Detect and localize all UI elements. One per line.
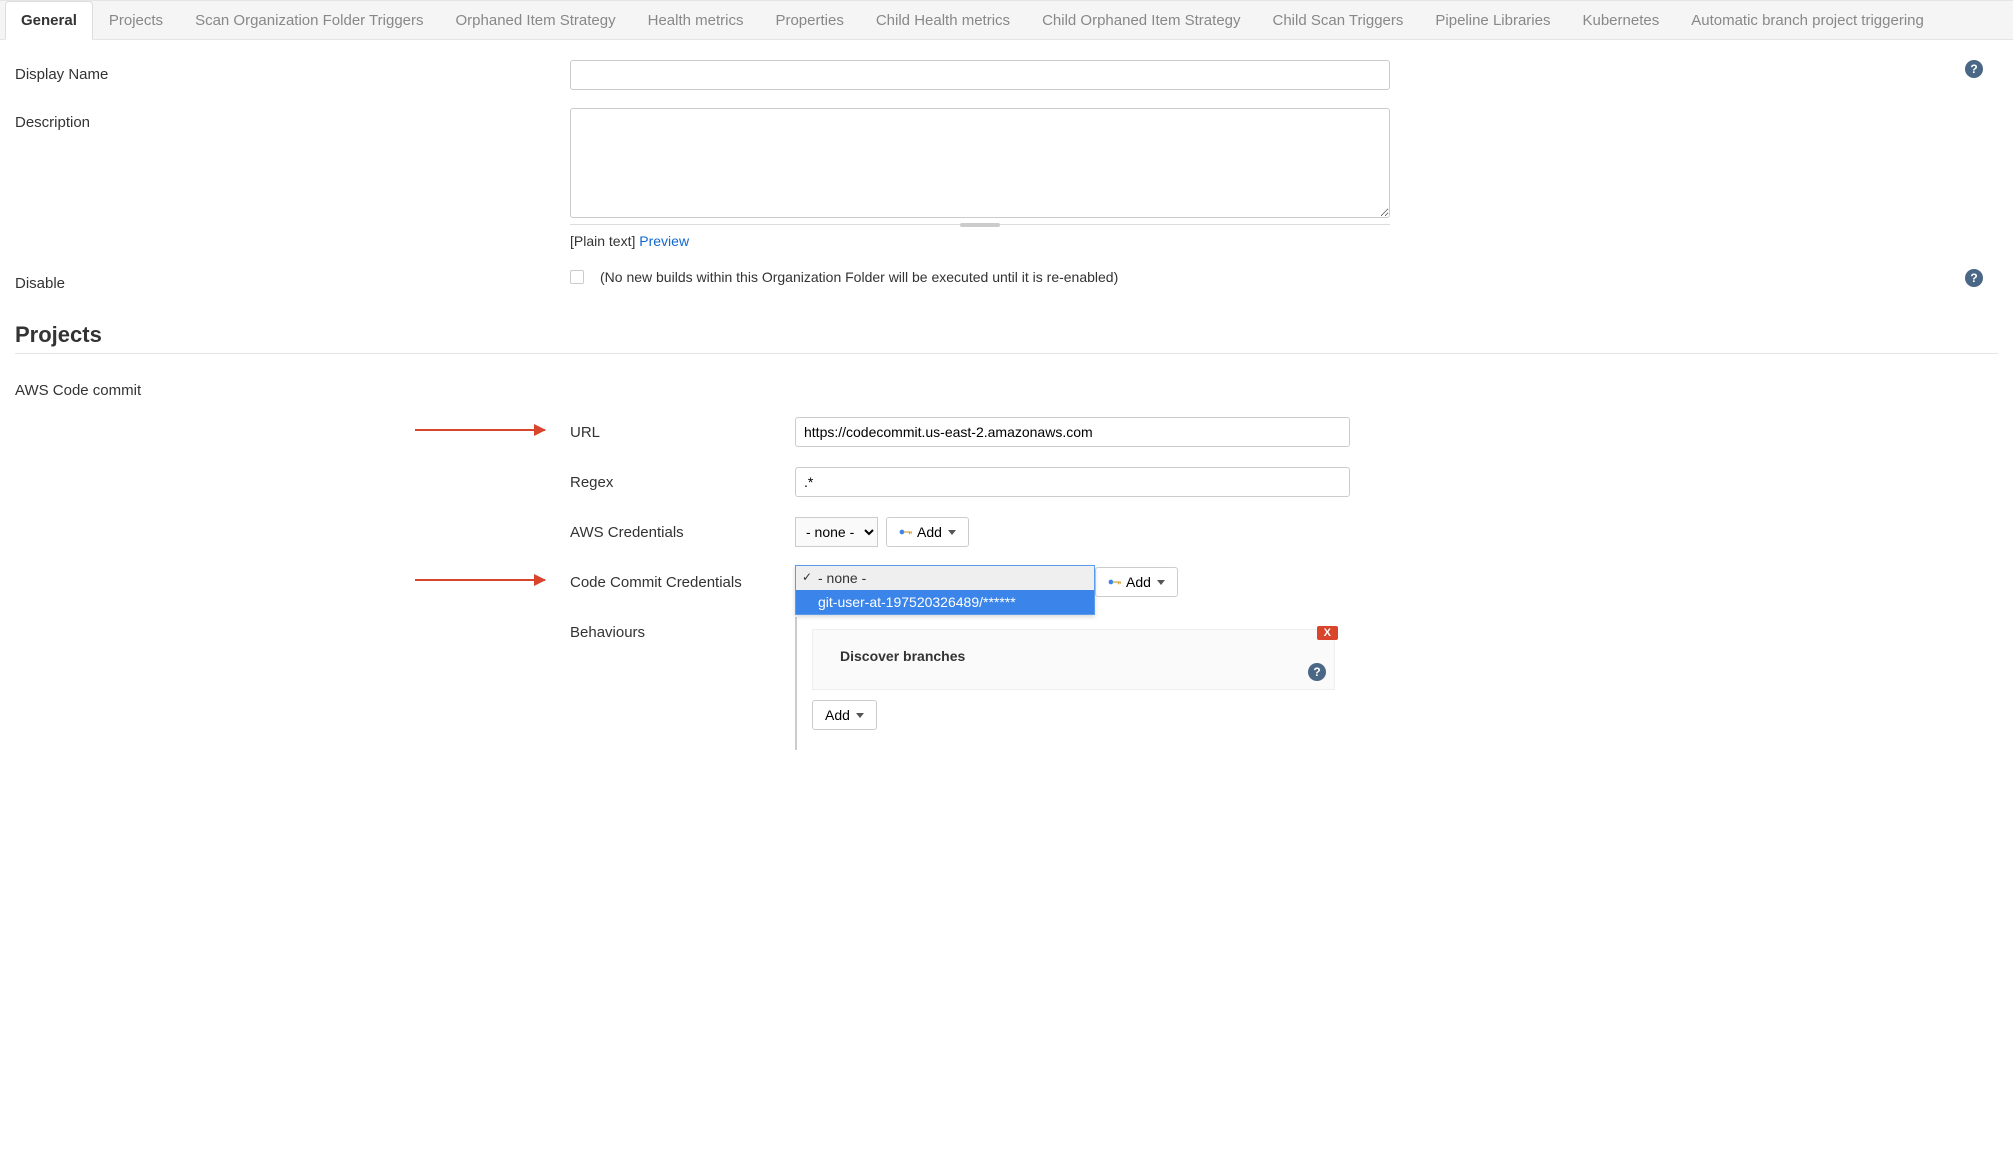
tab-auto-branch[interactable]: Automatic branch project triggering <box>1675 1 1940 40</box>
tab-health[interactable]: Health metrics <box>632 1 760 40</box>
input-display-name[interactable] <box>570 60 1390 90</box>
label-source: AWS Code commit <box>15 376 570 399</box>
row-disable: Disable (No new builds within this Organ… <box>15 269 1998 292</box>
tab-properties[interactable]: Properties <box>759 1 859 40</box>
help-icon[interactable]: ? <box>1308 663 1326 681</box>
add-cc-cred-button[interactable]: Add <box>1095 567 1178 597</box>
row-aws-cred: AWS Credentials - none - Add ? <box>570 517 1998 547</box>
label-display-name: Display Name <box>15 60 570 83</box>
disable-hint: (No new builds within this Organization … <box>600 269 1118 285</box>
input-url[interactable] <box>795 417 1350 447</box>
row-description: Description <box>15 108 1998 218</box>
tab-child-scan[interactable]: Child Scan Triggers <box>1257 1 1420 40</box>
row-regex: Regex ? <box>570 467 1998 497</box>
caret-down-icon <box>1157 580 1165 585</box>
tabs-bar: General Projects Scan Organization Folde… <box>0 0 2013 40</box>
arrow-icon <box>415 429 545 431</box>
dropdown-option-user[interactable]: git-user-at-197520326489/****** <box>796 590 1094 614</box>
add-behaviour-button[interactable]: Add <box>812 700 877 730</box>
textarea-description[interactable] <box>570 108 1390 218</box>
behaviour-container: X Discover branches ? Add <box>795 617 1350 750</box>
tab-orphaned[interactable]: Orphaned Item Strategy <box>440 1 632 40</box>
row-url: URL ? <box>570 417 1998 447</box>
checkbox-disable[interactable] <box>570 270 584 284</box>
key-icon <box>899 528 913 536</box>
behaviour-title: Discover branches <box>840 648 965 664</box>
content-area: Display Name ? Description [Plain text] … <box>0 40 2013 790</box>
label-disable: Disable <box>15 269 570 292</box>
key-icon <box>1108 578 1122 586</box>
plain-text-label: [Plain text] <box>570 233 635 249</box>
select-aws-cred[interactable]: - none - <box>795 517 878 547</box>
row-cc-cred: Code Commit Credentials - none - git-use… <box>570 567 1998 597</box>
help-icon[interactable]: ? <box>1965 60 1983 78</box>
label-description: Description <box>15 108 570 131</box>
label-cc-cred: Code Commit Credentials <box>570 567 795 591</box>
tab-scan-triggers[interactable]: Scan Organization Folder Triggers <box>179 1 439 40</box>
add-aws-cred-button[interactable]: Add <box>886 517 969 547</box>
tab-projects[interactable]: Projects <box>93 1 179 40</box>
caret-down-icon <box>948 530 956 535</box>
tab-general[interactable]: General <box>5 1 93 40</box>
dropdown-option-none[interactable]: - none - <box>796 566 1094 590</box>
preview-link[interactable]: Preview <box>639 233 689 249</box>
row-source: AWS Code commit <box>15 376 1998 399</box>
tab-pipeline-libs[interactable]: Pipeline Libraries <box>1419 1 1566 40</box>
source-subform: URL ? Regex ? AWS Credentials - none - <box>570 417 1998 750</box>
label-behaviours: Behaviours <box>570 617 795 641</box>
row-behaviours: Behaviours X Discover branches ? Add ? <box>570 617 1998 750</box>
row-display-name: Display Name ? <box>15 60 1998 90</box>
label-aws-cred: AWS Credentials <box>570 517 795 541</box>
input-regex[interactable] <box>795 467 1350 497</box>
label-url: URL <box>570 417 795 441</box>
delete-behaviour-button[interactable]: X <box>1317 626 1338 640</box>
tab-child-orphaned[interactable]: Child Orphaned Item Strategy <box>1026 1 1256 40</box>
section-projects-title: Projects <box>15 322 1998 348</box>
description-hint: [Plain text] Preview <box>570 224 1390 249</box>
caret-down-icon <box>856 713 864 718</box>
tab-child-health[interactable]: Child Health metrics <box>860 1 1026 40</box>
arrow-icon <box>415 579 545 581</box>
cc-cred-dropdown[interactable]: - none - git-user-at-197520326489/****** <box>795 565 1095 615</box>
label-regex: Regex <box>570 467 795 491</box>
help-icon[interactable]: ? <box>1965 269 1983 287</box>
tab-k8s[interactable]: Kubernetes <box>1566 1 1675 40</box>
